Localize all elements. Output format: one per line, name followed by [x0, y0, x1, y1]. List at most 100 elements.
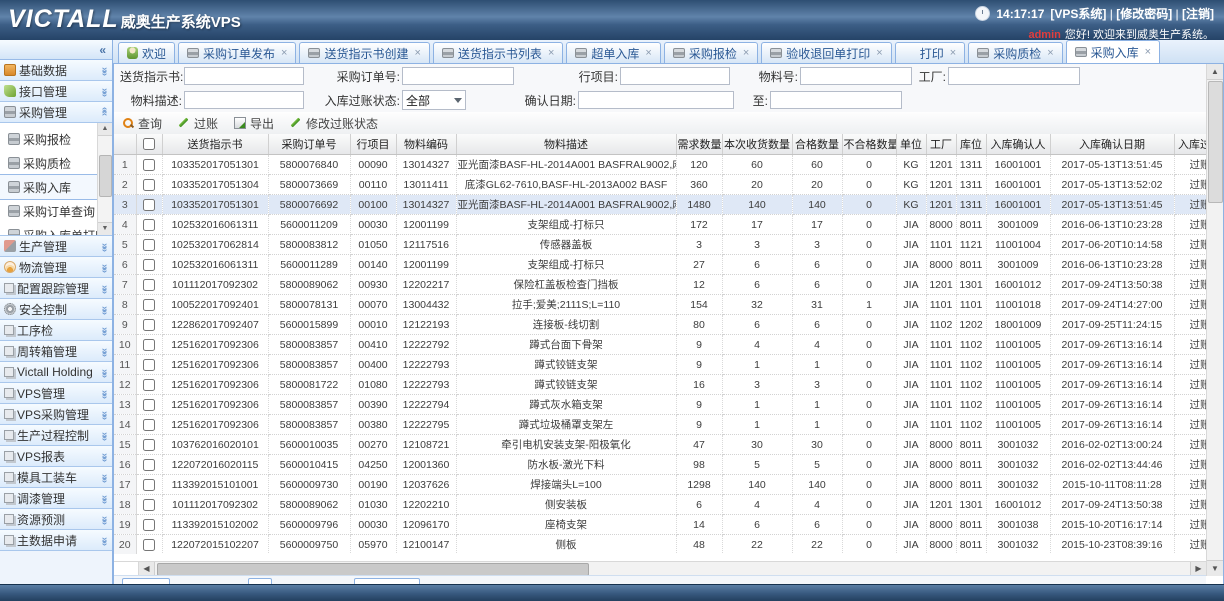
row-checkbox[interactable] — [143, 159, 155, 171]
row-checkbox[interactable] — [143, 359, 155, 371]
column-header[interactable]: 不合格数量 — [842, 134, 896, 155]
scrollbar-thumb[interactable] — [99, 155, 112, 197]
tab-close-icon[interactable] — [876, 47, 882, 59]
sidebar-group[interactable]: VPS采购管理 — [0, 404, 112, 425]
column-header[interactable]: 物料描述 — [456, 134, 676, 155]
row-checkbox[interactable] — [143, 219, 155, 231]
row-checkbox[interactable] — [143, 399, 155, 411]
tab[interactable]: 欢迎 — [118, 42, 175, 63]
column-header[interactable]: 入库确认人 — [986, 134, 1050, 155]
column-header[interactable]: 工厂 — [926, 134, 956, 155]
header-link[interactable]: [VPS系统] — [1050, 7, 1106, 21]
column-header[interactable]: 行项目 — [350, 134, 396, 155]
table-row[interactable]: 2 103352017051304 5800073669 00110 13011… — [114, 175, 1206, 195]
table-row[interactable]: 16 122072016020115 5600010415 04250 1200… — [114, 455, 1206, 475]
sidebar-group[interactable]: VPS管理 — [0, 383, 112, 404]
table-row[interactable]: 1 103352017051301 5800076840 00090 13014… — [114, 155, 1206, 175]
sidebar-group[interactable]: 生产管理 — [0, 236, 112, 257]
submenu-scrollbar[interactable]: ▲ ▼ — [97, 123, 112, 235]
row-checkbox[interactable] — [143, 419, 155, 431]
table-row[interactable]: 5 102532017062814 5800083812 01050 12117… — [114, 235, 1206, 255]
horizontal-scrollbar[interactable]: ◀ ▶ — [114, 561, 1206, 576]
sidebar-group[interactable]: 资源预测 — [0, 509, 112, 530]
row-checkbox[interactable] — [143, 299, 155, 311]
scrollbar-track[interactable] — [155, 562, 1190, 576]
header-link[interactable]: [注销] — [1172, 7, 1214, 21]
table-row[interactable]: 9 122862017092407 5600015899 00010 12122… — [114, 315, 1206, 335]
vertical-scrollbar[interactable]: ▲ ▼ — [1206, 64, 1223, 576]
date-to-input[interactable] — [770, 91, 902, 109]
sidebar-group[interactable]: 接口管理 — [0, 81, 112, 102]
sidebar-menu-item[interactable]: 采购订单查询 — [0, 199, 98, 223]
sidebar-group[interactable]: 基础数据 — [0, 60, 112, 81]
post-button[interactable]: 过账 — [178, 115, 218, 132]
sidebar-menu-item[interactable]: 采购质检 — [0, 151, 98, 175]
table-row[interactable]: 13 125162017092306 5800083857 00390 1222… — [114, 395, 1206, 415]
row-checkbox[interactable] — [143, 519, 155, 531]
column-header[interactable]: 单位 — [896, 134, 926, 155]
row-checkbox[interactable] — [143, 459, 155, 471]
select-all-checkbox[interactable] — [143, 138, 155, 150]
tab[interactable]: 采购订单发布 — [178, 42, 296, 63]
tab-close-icon[interactable] — [645, 47, 651, 59]
po-number-input[interactable] — [402, 67, 514, 85]
column-header[interactable]: 合格数量 — [792, 134, 842, 155]
tab[interactable]: 送货指示书创建 — [299, 42, 429, 63]
sidebar-group[interactable]: 采购管理 — [0, 102, 112, 123]
column-header[interactable]: 入库确认日期 — [1050, 134, 1174, 155]
search-button[interactable]: 查询 — [122, 115, 162, 132]
row-checkbox[interactable] — [143, 539, 155, 551]
column-header[interactable]: 送货指示书 — [162, 134, 268, 155]
scroll-down-icon[interactable]: ▼ — [98, 222, 112, 235]
column-header[interactable]: 需求数量 — [676, 134, 722, 155]
sidebar-group[interactable]: 生产过程控制 — [0, 425, 112, 446]
confirm-date-input[interactable] — [578, 91, 734, 109]
sidebar-menu-item[interactable]: 采购入库单打印 — [0, 223, 98, 236]
table-row[interactable]: 3 103352017051301 5800076692 00100 13014… — [114, 195, 1206, 215]
row-checkbox[interactable] — [143, 319, 155, 331]
row-checkbox[interactable] — [143, 439, 155, 451]
table-row[interactable]: 18 101112017092302 5800089062 01030 1220… — [114, 495, 1206, 515]
sidebar-collapse-icon[interactable] — [99, 43, 106, 57]
factory-input[interactable] — [948, 67, 1080, 85]
sidebar-group[interactable]: 周转箱管理 — [0, 341, 112, 362]
tab-close-icon[interactable] — [414, 47, 420, 59]
row-checkbox[interactable] — [143, 339, 155, 351]
sidebar-group[interactable]: VPS报表 — [0, 446, 112, 467]
scroll-up-icon[interactable]: ▲ — [98, 123, 112, 136]
scroll-right-icon[interactable]: ▶ — [1190, 562, 1206, 576]
sidebar-menu-item[interactable]: 采购报检 — [0, 127, 98, 151]
tab-close-icon[interactable] — [548, 47, 554, 59]
row-checkbox[interactable] — [143, 199, 155, 211]
tab-close-icon[interactable] — [950, 47, 956, 59]
table-row[interactable]: 15 103762016020101 5600010035 00270 1210… — [114, 435, 1206, 455]
sidebar-group[interactable]: 配置跟踪管理 — [0, 278, 112, 299]
row-checkbox[interactable] — [143, 239, 155, 251]
sidebar-group[interactable]: 主数据申请 — [0, 530, 112, 551]
table-row[interactable]: 12 125162017092306 5800081722 01080 1222… — [114, 375, 1206, 395]
posting-status-select[interactable]: 全部 — [402, 90, 466, 110]
tab[interactable]: 采购报检 — [664, 42, 758, 63]
line-item-input[interactable] — [620, 67, 730, 85]
row-checkbox[interactable] — [143, 379, 155, 391]
tab[interactable]: 采购质检 — [968, 42, 1062, 63]
table-row[interactable]: 8 100522017092401 5800078131 00070 13004… — [114, 295, 1206, 315]
header-link[interactable]: [修改密码] — [1106, 7, 1172, 21]
sidebar-group[interactable]: 物流管理 — [0, 257, 112, 278]
row-checkbox[interactable] — [143, 179, 155, 191]
sidebar-group[interactable]: 调漆管理 — [0, 488, 112, 509]
modify-posting-status-button[interactable]: 修改过账状态 — [290, 115, 378, 132]
tab[interactable]: 验收退回单打印 — [761, 42, 891, 63]
column-header[interactable]: 入库过账 — [1174, 134, 1206, 155]
row-checkbox[interactable] — [143, 279, 155, 291]
material-no-input[interactable] — [800, 67, 912, 85]
tab[interactable]: 送货指示书列表 — [433, 42, 563, 63]
table-row[interactable]: 7 101112017092302 5800089062 00930 12202… — [114, 275, 1206, 295]
table-row[interactable]: 10 125162017092306 5800083857 00410 1222… — [114, 335, 1206, 355]
tab[interactable]: 打印 — [895, 42, 965, 63]
table-row[interactable]: 11 125162017092306 5800083857 00400 1222… — [114, 355, 1206, 375]
scroll-left-icon[interactable]: ◀ — [139, 562, 155, 576]
sidebar-group[interactable]: 安全控制 — [0, 299, 112, 320]
table-row[interactable]: 17 113392015101001 5600009730 00190 1203… — [114, 475, 1206, 495]
scroll-down-icon[interactable]: ▼ — [1207, 560, 1223, 576]
